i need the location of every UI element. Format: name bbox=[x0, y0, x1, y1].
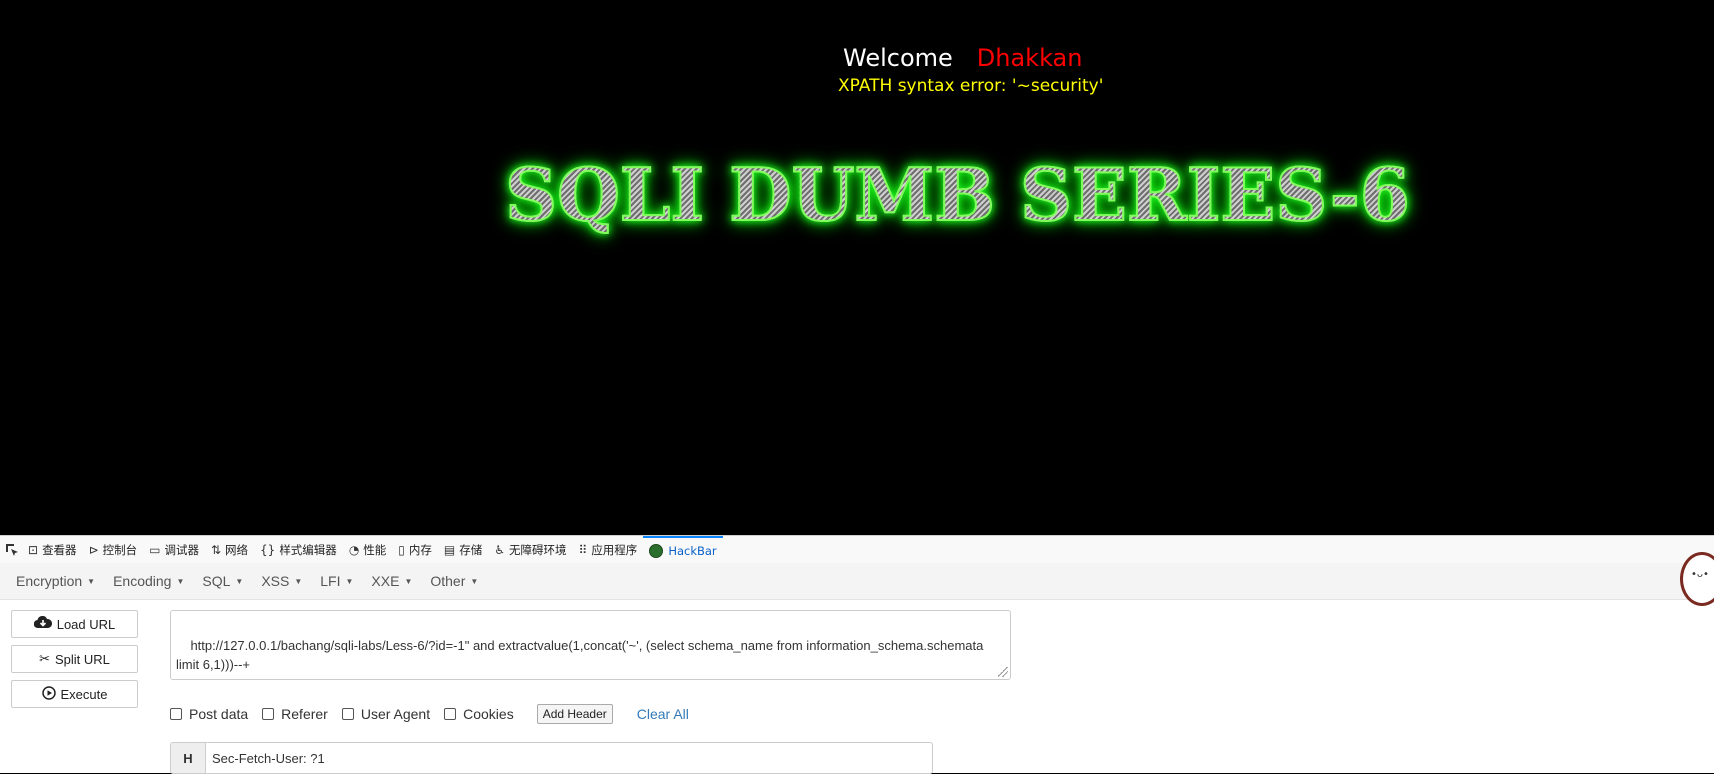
menu-sql[interactable]: SQL ▼ bbox=[202, 573, 243, 589]
inspector-icon: ⊡ bbox=[28, 542, 39, 557]
tab-hackbar[interactable]: HackBar bbox=[643, 536, 723, 563]
welcome-line: Welcome Dhakkan bbox=[843, 44, 1082, 72]
user-agent-label: User Agent bbox=[360, 706, 431, 722]
user-agent-checkbox[interactable] bbox=[341, 708, 354, 720]
caret-down-icon: ▼ bbox=[176, 576, 185, 586]
caret-down-icon: ▼ bbox=[87, 576, 96, 586]
hackbar-menu: Encryption ▼ Encoding ▼ SQL ▼ XSS ▼ LFI ▼ XXE… bbox=[0, 563, 1714, 600]
cookies-option[interactable]: Cookies bbox=[444, 706, 514, 722]
menu-xss[interactable]: XSS ▼ bbox=[261, 573, 302, 589]
element-picker-icon[interactable] bbox=[2, 540, 22, 560]
menu-label: SQL bbox=[202, 573, 231, 589]
cloud-download-icon bbox=[33, 615, 52, 632]
url-textarea[interactable]: http://127.0.0.1/bachang/sqli-labs/Less-… bbox=[170, 610, 1011, 680]
welcome-label: Welcome bbox=[843, 44, 953, 72]
style-editor-icon: {} bbox=[260, 542, 276, 557]
accessibility-icon: ♿ bbox=[494, 542, 506, 557]
scissors-icon: ✂ bbox=[39, 651, 50, 666]
application-icon: ⠿ bbox=[578, 542, 588, 557]
cookies-label: Cookies bbox=[463, 706, 514, 722]
tab-style-editor[interactable]: {} 样式编辑器 bbox=[254, 536, 343, 563]
tab-label: 网络 bbox=[225, 542, 249, 557]
tab-application[interactable]: ⠿ 应用程序 bbox=[573, 536, 644, 563]
tab-debugger[interactable]: ▭ 调试器 bbox=[143, 536, 205, 563]
tab-label: 应用程序 bbox=[591, 542, 638, 557]
tab-label: HackBar bbox=[668, 543, 717, 558]
tab-label: 控制台 bbox=[102, 542, 138, 557]
tab-label: 存储 bbox=[459, 542, 483, 557]
tab-network[interactable]: ⇅ 网络 bbox=[205, 536, 254, 563]
devtools-toolbar: ⊡ 查看器 ⊳ 控制台 ▭ 调试器 ⇅ 网络 {} 样式编辑器 ◔ 性能 ▯ 内… bbox=[0, 535, 1714, 564]
referer-label: Referer bbox=[281, 706, 328, 722]
console-icon: ⊳ bbox=[88, 542, 99, 557]
error-message: XPATH syntax error: '~security' bbox=[838, 76, 1104, 96]
storage-icon: ▤ bbox=[443, 542, 456, 557]
hackbar-icon bbox=[649, 543, 664, 558]
tab-label: 调试器 bbox=[164, 542, 199, 557]
menu-encoding[interactable]: Encoding ▼ bbox=[113, 573, 184, 589]
url-value: http://127.0.0.1/bachang/sqli-labs/Less-… bbox=[176, 638, 987, 672]
cookies-checkbox[interactable] bbox=[444, 708, 457, 720]
add-header-button[interactable]: Add Header bbox=[536, 704, 613, 724]
menu-label: Encoding bbox=[113, 573, 172, 589]
split-url-button[interactable]: ✂ Split URL bbox=[11, 645, 138, 673]
menu-label: XSS bbox=[261, 573, 290, 589]
caret-down-icon: ▼ bbox=[470, 576, 479, 586]
menu-encryption[interactable]: Encryption ▼ bbox=[16, 573, 95, 589]
header-tag: H bbox=[171, 743, 206, 773]
network-icon: ⇅ bbox=[210, 542, 222, 557]
menu-label: Other bbox=[430, 573, 466, 589]
tab-label: 性能 bbox=[363, 542, 387, 557]
clear-all-link[interactable]: Clear All bbox=[637, 706, 689, 722]
tab-console[interactable]: ⊳ 控制台 bbox=[83, 536, 144, 563]
caret-down-icon: ▼ bbox=[345, 576, 354, 586]
play-circle-icon bbox=[41, 685, 56, 703]
menu-label: Encryption bbox=[16, 573, 83, 589]
split-url-label: Split URL bbox=[54, 651, 110, 667]
header-field: H Sec-Fetch-User: ?1 bbox=[170, 742, 933, 774]
caret-down-icon: ▼ bbox=[294, 576, 303, 586]
debugger-icon: ▭ bbox=[149, 542, 161, 557]
post-data-checkbox[interactable] bbox=[170, 708, 182, 720]
tab-memory[interactable]: ▯ 内存 bbox=[392, 536, 438, 563]
banner-title: SQLI DUMB SERIES-6 bbox=[460, 151, 1455, 238]
tab-performance[interactable]: ◔ 性能 bbox=[343, 536, 392, 563]
tab-label: 查看器 bbox=[42, 542, 77, 557]
caret-down-icon: ▼ bbox=[404, 576, 413, 586]
tab-label: 样式编辑器 bbox=[279, 542, 337, 557]
post-data-label: Post data bbox=[189, 706, 249, 722]
menu-lfi[interactable]: LFI ▼ bbox=[320, 573, 353, 589]
menu-xxe[interactable]: XXE ▼ bbox=[371, 573, 412, 589]
hackbar-panel: Encryption ▼ Encoding ▼ SQL ▼ XSS ▼ LFI ▼ XXE… bbox=[0, 563, 1714, 774]
referer-checkbox[interactable] bbox=[262, 708, 275, 720]
resize-grip-icon[interactable] bbox=[998, 667, 1008, 677]
load-url-label: Load URL bbox=[56, 616, 116, 632]
menu-label: LFI bbox=[320, 573, 341, 589]
referer-option[interactable]: Referer bbox=[262, 706, 328, 722]
request-options: Post data Referer User Agent Cookies Add… bbox=[170, 704, 689, 724]
tab-accessibility[interactable]: ♿ 无障碍环境 bbox=[488, 536, 572, 563]
menu-other[interactable]: Other ▼ bbox=[430, 573, 478, 589]
caret-down-icon: ▼ bbox=[235, 576, 244, 586]
menu-label: XXE bbox=[371, 573, 400, 589]
memory-icon: ▯ bbox=[398, 542, 405, 557]
tab-storage[interactable]: ▤ 存储 bbox=[438, 536, 488, 563]
header-input[interactable]: Sec-Fetch-User: ?1 bbox=[206, 743, 325, 773]
page-content: Welcome Dhakkan XPATH syntax error: '~sec… bbox=[0, 0, 1714, 535]
tab-label: 内存 bbox=[408, 542, 432, 557]
execute-label: Execute bbox=[60, 686, 108, 702]
tab-inspector[interactable]: ⊡ 查看器 bbox=[22, 536, 83, 563]
execute-button[interactable]: Execute bbox=[11, 680, 138, 708]
performance-icon: ◔ bbox=[348, 542, 360, 557]
tab-label: 无障碍环境 bbox=[509, 542, 567, 557]
load-url-button[interactable]: Load URL bbox=[11, 610, 138, 638]
user-name: Dhakkan bbox=[976, 44, 1083, 72]
user-agent-option[interactable]: User Agent bbox=[341, 706, 431, 722]
post-data-option[interactable]: Post data bbox=[170, 706, 248, 722]
